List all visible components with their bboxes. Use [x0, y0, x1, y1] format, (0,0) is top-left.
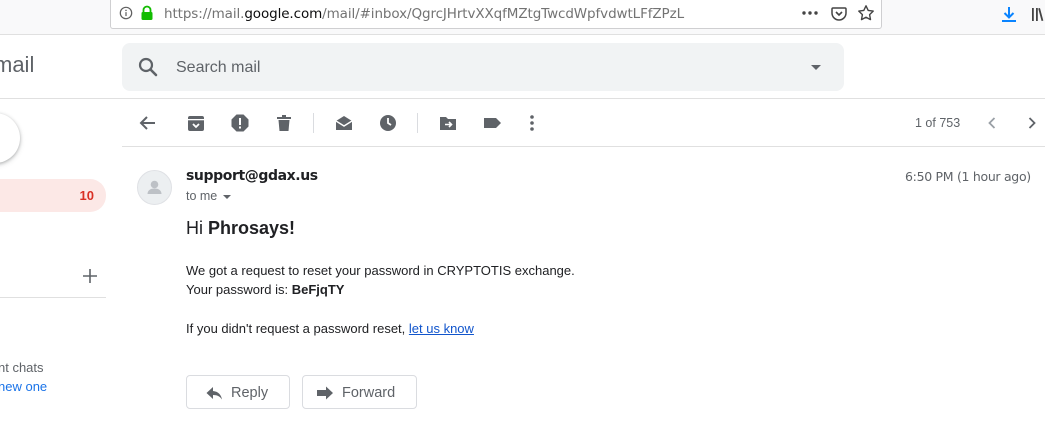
- password-value: BeFjqTY: [291, 282, 345, 297]
- message-line-1: We got a request to reset your password …: [186, 263, 575, 278]
- url-text[interactable]: https://mail.google.com/mail/#inbox/Qgrc…: [164, 6, 684, 22]
- forward-button[interactable]: Forward: [302, 375, 417, 409]
- older-chevron-right-icon[interactable]: [1021, 112, 1043, 134]
- more-options-icon[interactable]: [521, 112, 543, 134]
- sender-email[interactable]: support@gdax.us: [186, 168, 318, 184]
- reply-button[interactable]: Reply: [186, 375, 290, 409]
- page-count: 1 of 753: [915, 116, 961, 130]
- forward-icon: [317, 386, 333, 400]
- caret-down-icon: [223, 194, 232, 199]
- search-options-icon[interactable]: [806, 57, 826, 77]
- inbox-unread-count: 10: [79, 188, 94, 203]
- password-label: Your password is:: [186, 282, 292, 297]
- back-icon[interactable]: [137, 112, 159, 134]
- toolbar-divider: [122, 146, 1045, 147]
- report-spam-icon[interactable]: [229, 112, 251, 134]
- address-bar[interactable]: https://mail.google.com/mail/#inbox/Qgrc…: [110, 0, 882, 29]
- hangouts-empty-text: nt chats: [0, 360, 44, 375]
- sender-avatar[interactable]: [137, 170, 172, 205]
- url-prefix: https://mail.: [164, 6, 245, 22]
- info-icon[interactable]: [119, 6, 133, 20]
- lock-icon[interactable]: [140, 5, 154, 21]
- toolbar-separator: [417, 113, 418, 133]
- newer-chevron-left-icon[interactable]: [981, 112, 1003, 134]
- library-icon[interactable]: [1030, 5, 1045, 23]
- snooze-icon[interactable]: [377, 112, 399, 134]
- let-us-know-link[interactable]: let us know: [409, 321, 474, 336]
- app-logo[interactable]: mail: [0, 52, 34, 78]
- search-input[interactable]: [174, 55, 778, 81]
- browser-toolbar: https://mail.google.com/mail/#inbox/Qgrc…: [0, 0, 1045, 35]
- message-line-3: If you didn't request a password reset, …: [186, 321, 474, 336]
- compose-button[interactable]: [0, 113, 20, 163]
- person-icon: [147, 180, 162, 194]
- header-divider: [0, 98, 1045, 99]
- recipient-label: to me: [186, 189, 218, 203]
- recipient-details[interactable]: to me: [186, 189, 232, 203]
- page-actions-icon[interactable]: [801, 6, 819, 20]
- reply-label: Reply: [231, 385, 269, 401]
- toolbar-separator: [313, 113, 314, 133]
- archive-icon[interactable]: [185, 112, 207, 134]
- greeting-name: Phrosays!: [208, 218, 296, 238]
- greeting-prefix: Hi: [186, 218, 208, 238]
- forward-label: Forward: [342, 385, 396, 401]
- pocket-icon[interactable]: [831, 5, 847, 21]
- reply-icon: [206, 387, 222, 400]
- move-to-icon[interactable]: [437, 112, 459, 134]
- url-path: /mail/#inbox/QgrcJHrtvXXqfMZtgTwcdWpfvdw…: [322, 6, 685, 22]
- hangouts-start-link[interactable]: new one: [0, 377, 47, 396]
- download-icon[interactable]: [1000, 5, 1018, 23]
- add-label-icon[interactable]: [80, 266, 100, 286]
- search-bar: [122, 43, 844, 91]
- message-line-2: Your password is: BeFjqTY: [186, 282, 344, 297]
- delete-icon[interactable]: [273, 112, 295, 134]
- mark-unread-icon[interactable]: [333, 112, 355, 134]
- url-domain: google.com: [244, 6, 323, 22]
- reset-note: If you didn't request a password reset,: [186, 321, 409, 336]
- message-time: 6:50 PM (1 hour ago): [905, 169, 1031, 184]
- search-icon[interactable]: [136, 55, 160, 79]
- bookmark-star-icon[interactable]: [857, 4, 875, 22]
- sidebar-divider: [0, 297, 106, 298]
- sidebar-item-inbox[interactable]: 10: [0, 179, 106, 212]
- label-icon[interactable]: [481, 112, 503, 134]
- message-greeting: Hi Phrosays!: [186, 218, 295, 239]
